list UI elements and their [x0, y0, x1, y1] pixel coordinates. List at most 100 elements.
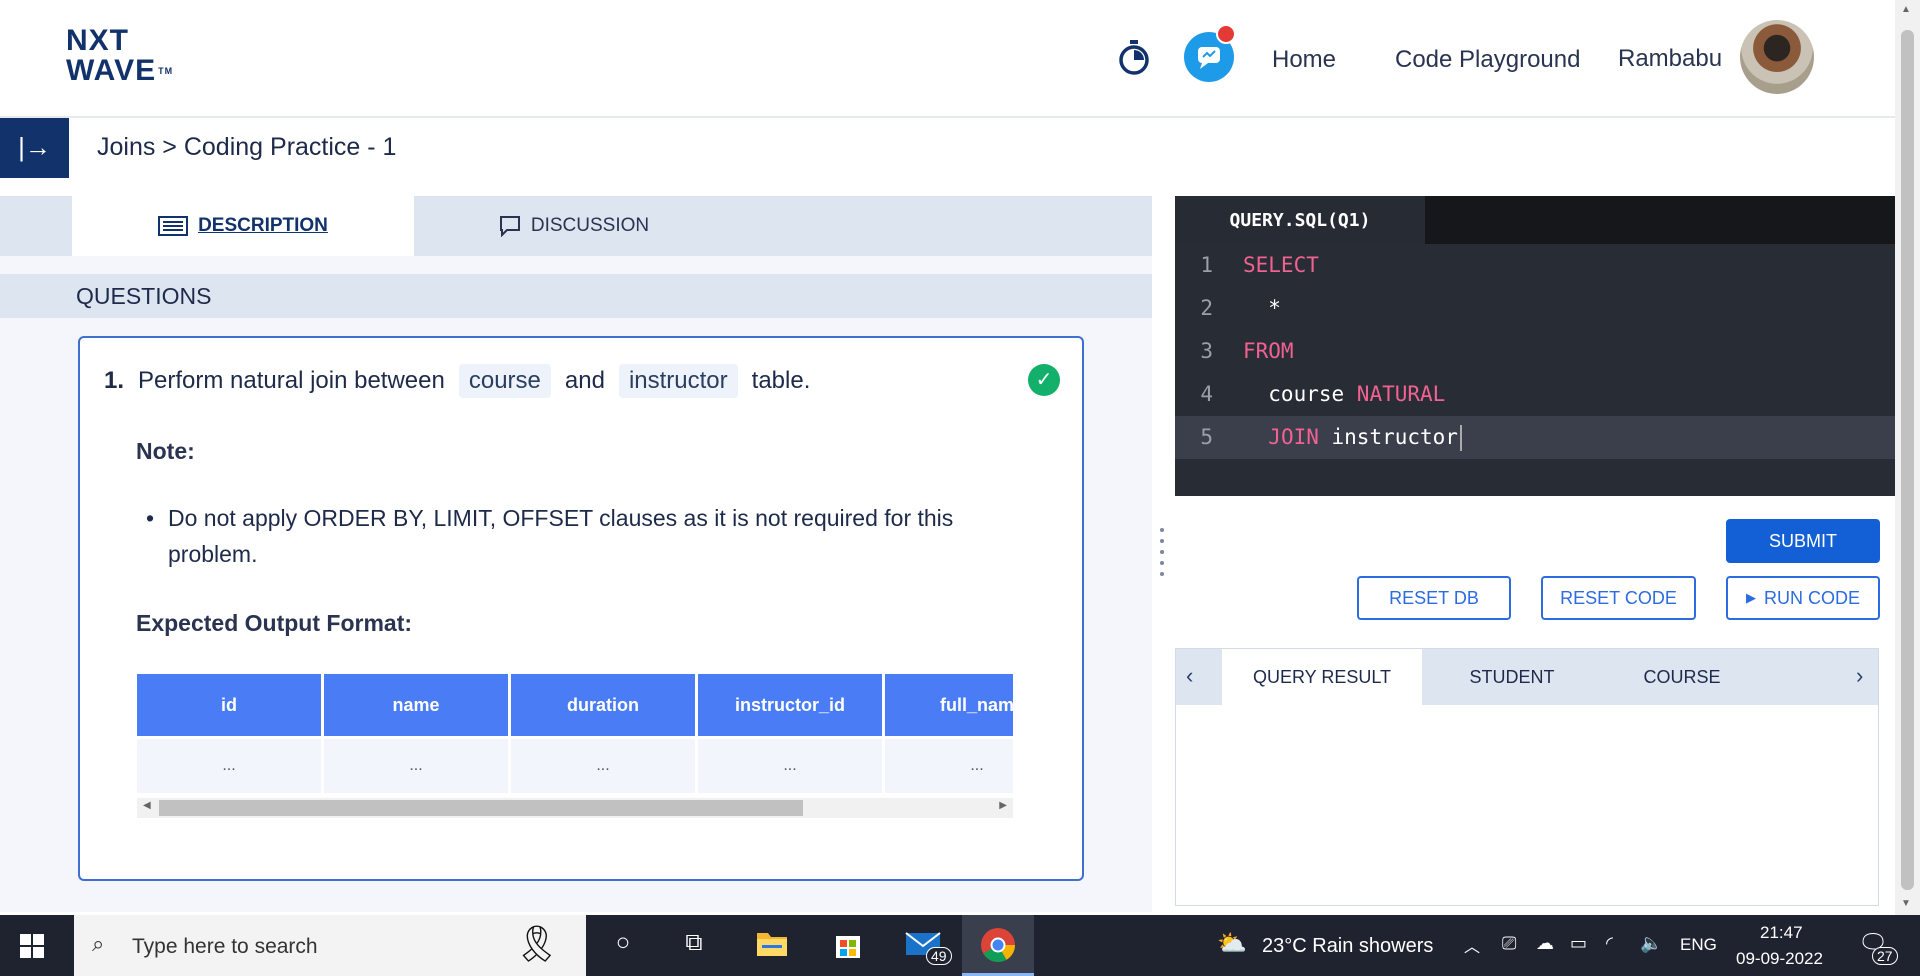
tab-course[interactable]: COURSE: [1602, 649, 1762, 705]
awareness-ribbon-icon: 🎗: [514, 923, 560, 964]
tab-student[interactable]: STUDENT: [1422, 649, 1602, 705]
chrome-taskbar-button[interactable]: [962, 915, 1034, 976]
table-row: ... ... ... ... ...: [137, 739, 1013, 793]
task-view-icon[interactable]: ⧉: [674, 929, 714, 963]
weather-icon[interactable]: ⛅: [1212, 929, 1252, 963]
result-panel: ‹ QUERY RESULT STUDENT COURSE ›: [1175, 648, 1879, 906]
code-line[interactable]: 1 SELECT: [1175, 244, 1895, 287]
logo-text-line1: NXT: [66, 24, 129, 57]
page-scrollbar[interactable]: ▲ ▼: [1895, 0, 1920, 915]
run-code-label: RUN CODE: [1763, 587, 1860, 608]
question-panel: DESCRIPTION DISCUSSION QUESTIONS 1. Perf…: [0, 196, 1152, 912]
table-header-cell: duration: [511, 674, 695, 736]
chat-support-icon[interactable]: [1184, 24, 1236, 82]
table-scrollbar-thumb[interactable]: [159, 800, 803, 816]
question-text-part1: Perform natural join between: [138, 367, 445, 394]
tab-discussion-label: DISCUSSION: [530, 215, 650, 236]
line-number: 4: [1200, 382, 1213, 406]
windows-start-icon[interactable]: [20, 934, 44, 958]
question-text: 1. Perform natural join between course a…: [104, 364, 810, 398]
table-header-cell: name: [324, 674, 508, 736]
code-text: instructor: [1318, 425, 1458, 449]
code-chip-instructor: instructor: [618, 364, 738, 398]
wifi-icon[interactable]: ◜: [1606, 933, 1613, 954]
scroll-down-arrow-icon[interactable]: ▼: [1901, 898, 1911, 909]
scroll-up-arrow-icon[interactable]: ▲: [1901, 4, 1911, 15]
tab-query-result[interactable]: QUERY RESULT: [1222, 649, 1422, 705]
tab-description-label: DESCRIPTION: [198, 215, 328, 236]
file-explorer-icon[interactable]: [752, 929, 792, 963]
search-icon: ⌕: [92, 931, 105, 956]
table-header-cell: instructor_id: [698, 674, 882, 736]
code-line[interactable]: 2 *: [1175, 287, 1895, 330]
panel-resize-handle[interactable]: [1160, 528, 1166, 584]
table-cell: ...: [511, 739, 695, 793]
clock-time[interactable]: 21:47: [1760, 923, 1803, 943]
table-header-cell: id: [137, 674, 321, 736]
notification-badge: 27: [1872, 947, 1898, 965]
reset-db-button[interactable]: RESET DB: [1357, 576, 1511, 620]
description-icon: [158, 216, 189, 236]
chrome-icon: [981, 928, 1015, 962]
editor-tab-bar: [1425, 196, 1895, 244]
code-line[interactable]: 4 course NATURAL: [1175, 373, 1895, 416]
logo-trademark: TM: [158, 66, 174, 76]
tab-description[interactable]: DESCRIPTION: [72, 196, 414, 256]
nav-code-playground-link[interactable]: Code Playground: [1395, 46, 1580, 74]
stopwatch-icon[interactable]: [1118, 40, 1150, 76]
table-cell: ...: [137, 739, 321, 793]
question-number: 1.: [104, 367, 125, 394]
sidebar-toggle-button[interactable]: |→: [0, 118, 69, 178]
editor-file-tab[interactable]: QUERY.SQL(Q1): [1175, 196, 1425, 244]
battery-icon[interactable]: ▭: [1570, 933, 1587, 954]
logo-text-line2: WAVE: [66, 54, 157, 87]
clock-date[interactable]: 09-09-2022: [1736, 949, 1823, 969]
note-label: Note:: [136, 438, 195, 464]
scroll-right-arrow-icon[interactable]: ▶: [999, 800, 1007, 811]
sidebar-expand-icon: |→: [18, 132, 51, 162]
code-text: *: [1243, 296, 1281, 320]
tab-discussion[interactable]: DISCUSSION: [414, 196, 734, 256]
question-card: 1. Perform natural join between course a…: [78, 336, 1084, 881]
top-navbar: NXT WAVE TM Home Code Playground Rambabu: [0, 0, 1895, 118]
breadcrumb[interactable]: Joins > Coding Practice - 1: [97, 133, 396, 162]
microsoft-store-icon[interactable]: [828, 929, 868, 963]
nxtwave-logo[interactable]: NXT WAVE TM: [66, 26, 173, 86]
reset-code-button[interactable]: RESET CODE: [1541, 576, 1696, 620]
line-number: 3: [1200, 339, 1213, 363]
volume-icon[interactable]: 🔈: [1640, 933, 1662, 954]
code-line[interactable]: 3 FROM: [1175, 330, 1895, 373]
code-editor[interactable]: QUERY.SQL(Q1) 1 SELECT 2 * 3 FROM 4 cour…: [1175, 196, 1895, 496]
text-cursor: [1459, 425, 1462, 451]
table-horizontal-scrollbar[interactable]: ◀ ▶: [137, 798, 1013, 818]
scrollbar-thumb[interactable]: [1901, 30, 1914, 890]
editor-code-area[interactable]: 1 SELECT 2 * 3 FROM 4 course NATURAL 5 J…: [1175, 244, 1895, 496]
search-placeholder: Type here to search: [132, 935, 318, 958]
line-number: 1: [1200, 253, 1213, 277]
weather-text[interactable]: 23°C Rain showers: [1262, 935, 1433, 958]
expected-output-label: Expected Output Format:: [136, 610, 413, 636]
user-name[interactable]: Rambabu: [1618, 45, 1722, 73]
avatar[interactable]: [1740, 20, 1814, 94]
nav-home-link[interactable]: Home: [1272, 46, 1336, 74]
scroll-left-arrow-icon[interactable]: ◀: [143, 800, 151, 811]
table-header-row: id name duration instructor_id full_nam: [137, 674, 1013, 736]
cortana-icon[interactable]: ○: [603, 929, 643, 963]
onedrive-icon[interactable]: ☁: [1536, 933, 1554, 954]
code-keyword: FROM: [1243, 339, 1294, 363]
chevron-up-icon[interactable]: ︿: [1464, 933, 1480, 957]
table-cell: ...: [885, 739, 1013, 793]
question-text-part3: table.: [751, 367, 811, 394]
taskbar-search-box[interactable]: ⌕ Type here to search 🎗: [74, 915, 586, 976]
line-number: 2: [1200, 296, 1213, 320]
code-line-active[interactable]: 5 JOIN instructor: [1175, 416, 1895, 459]
submit-button[interactable]: SUBMIT: [1726, 519, 1880, 563]
chevron-left-icon[interactable]: ‹: [1186, 663, 1193, 689]
run-code-button[interactable]: ▶ RUN CODE: [1726, 576, 1880, 620]
play-icon: ▶: [1745, 590, 1756, 605]
meet-now-icon[interactable]: ⎚: [1502, 933, 1516, 954]
checkmark-icon: ✓: [1028, 364, 1060, 396]
chevron-right-icon[interactable]: ›: [1856, 663, 1863, 689]
language-indicator[interactable]: ENG: [1680, 935, 1717, 955]
